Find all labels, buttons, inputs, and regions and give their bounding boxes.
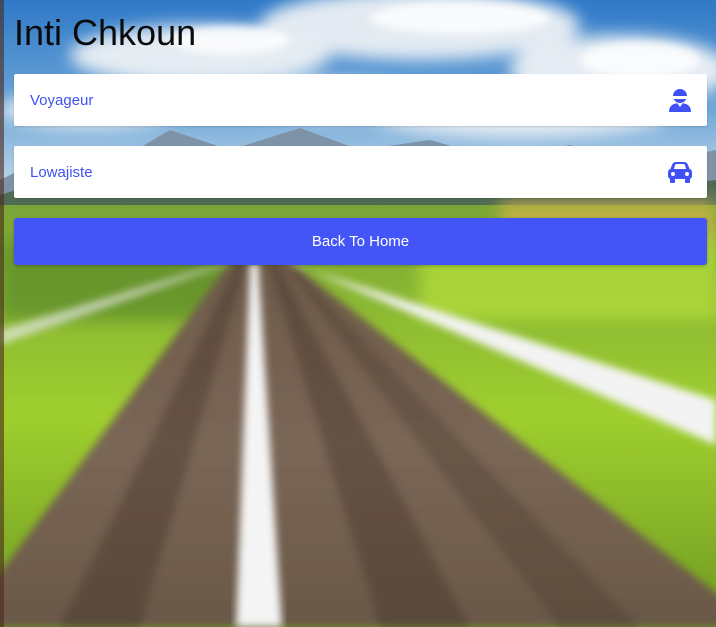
voyageur-option[interactable]: Voyageur (14, 74, 707, 126)
back-to-home-button[interactable]: Back To Home (14, 218, 707, 265)
page-title: Inti Chkoun (14, 12, 197, 53)
lowajiste-option[interactable]: Lowajiste (14, 146, 707, 198)
car-icon (667, 159, 693, 185)
screen: Inti Chkoun Voyageur Lowajiste Back To H… (0, 0, 716, 627)
lowajiste-label: Lowajiste (30, 163, 93, 181)
voyageur-label: Voyageur (30, 91, 94, 109)
user-icon (667, 87, 693, 113)
